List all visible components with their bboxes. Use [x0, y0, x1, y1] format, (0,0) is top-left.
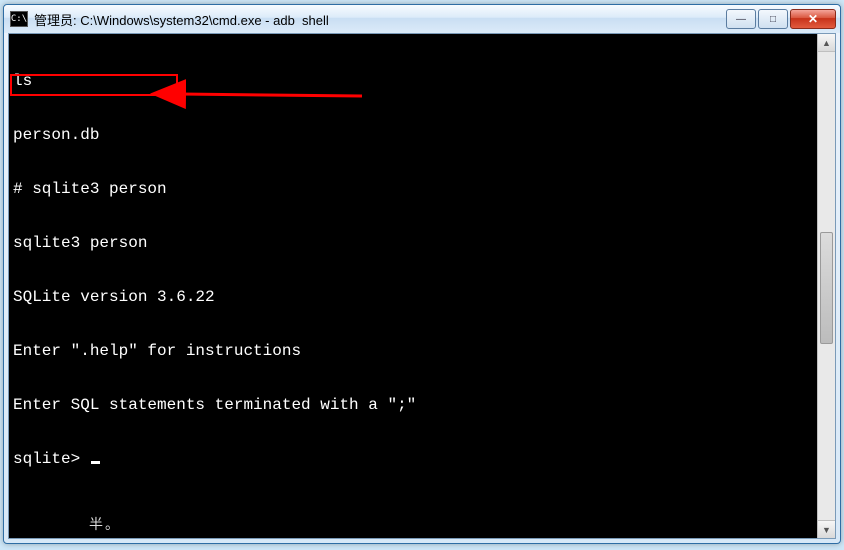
terminal-line-highlighted: # sqlite3 person [13, 180, 817, 198]
terminal-line: SQLite version 3.6.22 [13, 288, 817, 306]
terminal-line: Enter ".help" for instructions [13, 342, 817, 360]
close-button[interactable]: ✕ [790, 9, 836, 29]
vertical-scrollbar[interactable]: ▲ ▼ [817, 34, 835, 538]
terminal[interactable]: ls person.db # sqlite3 person sqlite3 pe… [13, 36, 817, 536]
terminal-line: ls [13, 72, 817, 90]
terminal-prompt-line: sqlite> [13, 450, 817, 468]
scroll-down-button[interactable]: ▼ [818, 520, 835, 538]
client-area: ls person.db # sqlite3 person sqlite3 pe… [8, 33, 836, 539]
stray-text: 半。 [89, 514, 121, 534]
scroll-thumb[interactable] [820, 232, 833, 344]
window-controls: — □ ✕ [726, 9, 836, 29]
minimize-button[interactable]: — [726, 9, 756, 29]
terminal-line: sqlite3 person [13, 234, 817, 252]
scroll-track[interactable] [818, 52, 835, 520]
cursor-icon [91, 461, 100, 464]
terminal-line: person.db [13, 126, 817, 144]
maximize-button[interactable]: □ [758, 9, 788, 29]
window-title: 管理员: C:\Windows\system32\cmd.exe - adb s… [34, 10, 726, 29]
cmd-icon: C:\ [10, 11, 28, 27]
terminal-line: Enter SQL statements terminated with a "… [13, 396, 817, 414]
titlebar[interactable]: C:\ 管理员: C:\Windows\system32\cmd.exe - a… [4, 5, 840, 33]
cmd-window: C:\ 管理员: C:\Windows\system32\cmd.exe - a… [3, 4, 841, 544]
sqlite-prompt: sqlite> [13, 450, 90, 468]
scroll-up-button[interactable]: ▲ [818, 34, 835, 52]
